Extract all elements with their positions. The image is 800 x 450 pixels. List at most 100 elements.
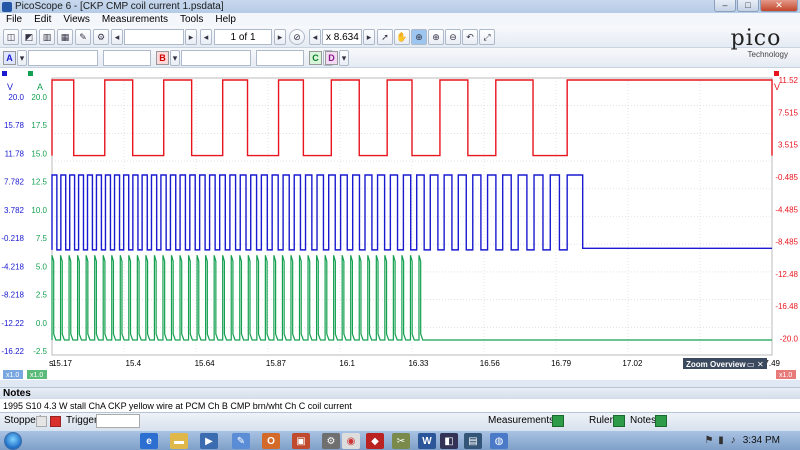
right-tick-label: -20.0 <box>780 335 799 344</box>
zoom-overview-close-icon[interactable]: ✕ <box>757 360 764 369</box>
left-a-tick-label: 17.5 <box>31 121 47 130</box>
run-button[interactable] <box>36 416 47 427</box>
left-a-tick-label: 10.0 <box>31 206 47 215</box>
menu-file[interactable]: File <box>0 14 28 25</box>
windows-taskbar: e ▬ ▶ ✎ O ▣ ⚙ ◉ ◆ ✂ W ◧ ▤ ◍ ⚑ ▮ ♪ 3:34 P… <box>0 430 800 450</box>
right-tick-label: 3.515 <box>778 141 799 150</box>
channel-b-axis-marker[interactable] <box>774 71 779 76</box>
status-bar: Stopped Trigger Measurements Rulers Note… <box>0 413 800 430</box>
hand-icon[interactable]: ✋ <box>394 29 410 45</box>
close-button[interactable]: ✕ <box>760 0 798 12</box>
capture-settings-icon[interactable]: ⚙ <box>93 29 109 45</box>
x-tick-label: 16.56 <box>480 359 501 368</box>
minimize-button[interactable]: ‒ <box>714 0 736 12</box>
zoom-out-icon[interactable]: ⊖ <box>445 29 461 45</box>
channel-b-range-select[interactable] <box>181 50 251 66</box>
channel-c-axis-marker[interactable] <box>28 71 33 76</box>
notes-header[interactable]: Notes <box>0 387 800 399</box>
right-tick-label: -0.485 <box>775 173 798 182</box>
app-tool-icon[interactable]: ✂ <box>392 433 410 449</box>
trigger-mode-select[interactable] <box>96 414 140 428</box>
internet-explorer-icon[interactable]: e <box>140 433 158 449</box>
channel-d-scale-icon[interactable]: ▾ <box>339 50 349 66</box>
menu-tools[interactable]: Tools <box>174 14 209 25</box>
x-tick-label: 16.1 <box>339 359 355 368</box>
logo-wordmark: pico <box>730 26 782 51</box>
next-arrow-icon[interactable]: ▸ <box>185 29 197 45</box>
settings-app-icon[interactable]: ⚙ <box>322 433 340 449</box>
start-button[interactable] <box>4 432 22 450</box>
menu-measurements[interactable]: Measurements <box>96 14 174 25</box>
prev-arrow-icon[interactable]: ◂ <box>111 29 123 45</box>
channel-b-chip[interactable]: B <box>156 51 169 65</box>
tray-volume-icon[interactable]: ♪ <box>728 435 738 446</box>
menu-help[interactable]: Help <box>209 14 242 25</box>
spectrum-mode-icon[interactable]: ▥ <box>39 29 55 45</box>
channel-a-chip[interactable]: A <box>3 51 16 65</box>
page-prev-icon[interactable]: ◂ <box>200 29 212 45</box>
channel-d-chip[interactable]: D <box>325 51 338 65</box>
zoom-in-icon[interactable]: ⊕ <box>428 29 444 45</box>
app-window-icon[interactable]: ▤ <box>464 433 482 449</box>
scope-chart[interactable]: 20.0 15.78 11.78 7.782 3.782 -0.218 -4.218 -8.2… <box>0 68 800 380</box>
timebase-select[interactable] <box>124 29 184 45</box>
left-a-tick-label: 7.5 <box>36 234 48 243</box>
zoom-next-icon[interactable]: ▸ <box>363 29 375 45</box>
right-tick-label: 7.515 <box>778 108 799 117</box>
persistence-mode-icon[interactable]: ◩ <box>21 29 37 45</box>
zoom-overview-minimize-icon[interactable]: ▭ <box>747 360 755 369</box>
file-explorer-icon[interactable]: ▬ <box>170 433 188 449</box>
grid-icon[interactable]: ▦ <box>57 29 73 45</box>
maximize-button[interactable]: □ <box>737 0 759 12</box>
picoscope-taskbar-icon[interactable]: ◧ <box>440 433 458 449</box>
left-a-tick-label: 5.0 <box>36 262 48 271</box>
taskbar-clock[interactable]: 3:34 PM <box>743 435 780 446</box>
channel-c-chip[interactable]: C <box>309 51 322 65</box>
outlook-icon[interactable]: O <box>262 433 280 449</box>
app-red-icon[interactable]: ◆ <box>366 433 384 449</box>
compass-icon[interactable]: ⊘ <box>289 29 305 45</box>
scope-mode-icon[interactable]: ◫ <box>3 29 19 45</box>
zoom-area-icon[interactable]: ⊕ <box>411 29 427 45</box>
zoom-factor-field[interactable]: x 8.634 <box>322 29 362 45</box>
add-measurement-icon[interactable] <box>552 415 564 427</box>
tray-network-icon[interactable]: ▮ <box>716 435 726 446</box>
x-tick-label: 15.4 <box>126 359 142 368</box>
left-v-tick-label: -0.218 <box>1 234 24 243</box>
notes-text[interactable]: 1995 S10 4.3 W stall ChA CKP yellow wire… <box>0 399 800 413</box>
stop-button[interactable] <box>50 416 61 427</box>
word-icon[interactable]: W <box>418 433 436 449</box>
chrome-icon[interactable]: ◉ <box>342 433 360 449</box>
office-icon[interactable]: ▣ <box>292 433 310 449</box>
zoom-to-fit-icon[interactable]: ⤢ <box>479 29 495 45</box>
left-v-tick-label: 3.782 <box>4 206 25 215</box>
undo-zoom-icon[interactable]: ↶ <box>462 29 478 45</box>
channel-a-axis-marker[interactable] <box>2 71 7 76</box>
channel-a-range-select[interactable] <box>28 50 98 66</box>
paint-icon[interactable]: ✎ <box>232 433 250 449</box>
tray-flag-icon[interactable]: ⚑ <box>704 435 714 446</box>
menu-views[interactable]: Views <box>57 14 96 25</box>
x-tick-label: 16.79 <box>551 359 572 368</box>
zoom-overview-label: Zoom Overview <box>686 360 746 369</box>
scope-view[interactable]: 20.0 15.78 11.78 7.782 3.782 -0.218 -4.218 -8.2… <box>0 68 800 380</box>
notes-icon[interactable] <box>655 415 667 427</box>
channel-b-coupling-select[interactable] <box>256 50 304 66</box>
page-next-icon[interactable]: ▸ <box>274 29 286 45</box>
pointer-icon[interactable]: ➚ <box>377 29 393 45</box>
x-tick-label: 15.17 <box>52 359 73 368</box>
channel-a-scale-icon[interactable]: ▾ <box>17 50 27 66</box>
app-globe-icon[interactable]: ◍ <box>490 433 508 449</box>
channel-b-scale-icon[interactable]: ▾ <box>170 50 180 66</box>
zoom-prev-icon[interactable]: ◂ <box>309 29 321 45</box>
rulers-icon[interactable] <box>613 415 625 427</box>
media-player-icon[interactable]: ▶ <box>200 433 218 449</box>
wrench-icon[interactable]: ✎ <box>75 29 91 45</box>
right-v-unit-label: V <box>774 82 780 92</box>
channel-a-coupling-select[interactable] <box>103 50 151 66</box>
right-tick-label: -4.485 <box>775 205 798 214</box>
picoscope-app-icon <box>2 1 12 12</box>
menu-edit[interactable]: Edit <box>28 14 57 25</box>
title-bar: PicoScope 6 - [CKP CMP coil current 1.ps… <box>0 0 800 13</box>
pico-technology-logo: pico Technology <box>720 28 792 64</box>
